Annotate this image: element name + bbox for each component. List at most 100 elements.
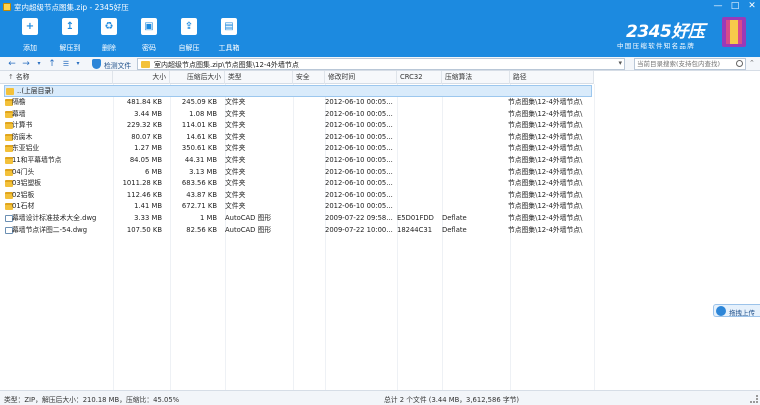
cell-type: AutoCAD 图形 bbox=[225, 214, 272, 222]
search-icon[interactable] bbox=[736, 60, 743, 67]
cell-packed: 44.31 MB bbox=[184, 156, 217, 164]
cell-path: 节点图集\12-4外墙节点\ bbox=[508, 167, 583, 176]
cell-crc bbox=[397, 190, 440, 201]
toolbox-button[interactable]: ▤ 工具箱 bbox=[209, 16, 249, 54]
cell-name: 计算书 bbox=[12, 121, 33, 130]
cell-method bbox=[442, 190, 508, 201]
close-button[interactable]: ✕ bbox=[744, 0, 760, 14]
minimize-button[interactable]: — bbox=[710, 0, 726, 14]
path-field[interactable]: 室内超级节点图集.zip\节点图集\12-4外墙节点 ▾ bbox=[137, 58, 625, 70]
cell-method bbox=[442, 167, 508, 178]
collapse-icon[interactable]: ⌃ bbox=[749, 59, 755, 67]
column-size[interactable]: 大小 bbox=[113, 71, 170, 84]
folder-icon bbox=[141, 61, 150, 68]
column-packed-size[interactable]: 压缩后大小 bbox=[170, 71, 225, 84]
cell-name: 东亚铝业 bbox=[12, 144, 40, 153]
table-row[interactable]: 隔檐 481.84 KB 245.09 KB 文件夹 2012-06-10 00:05.… bbox=[4, 97, 592, 109]
table-row[interactable]: 防腐木 80.07 KB 14.61 KB 文件夹 2012-06-10 00:05..… bbox=[4, 132, 592, 144]
delete-icon: ♻ bbox=[104, 21, 114, 32]
search-box[interactable] bbox=[634, 58, 746, 70]
cell-size: 107.50 KB bbox=[126, 225, 162, 234]
column-type[interactable]: 类型 bbox=[225, 71, 293, 84]
password-button[interactable]: ▣ 密码 bbox=[129, 16, 169, 54]
path-dropdown-icon[interactable]: ▾ bbox=[618, 59, 622, 67]
back-arrow-icon[interactable]: ← bbox=[6, 58, 18, 70]
cell-method bbox=[442, 143, 508, 154]
cell-type: 文件夹 bbox=[225, 144, 246, 153]
column-path[interactable]: 路径 bbox=[510, 71, 594, 84]
toolbox-label: 工具箱 bbox=[218, 44, 240, 52]
cell-type: 文件夹 bbox=[225, 121, 246, 130]
scan-file-label: 检测文件 bbox=[104, 62, 132, 70]
cell-path: 节点图集\12-4外墙节点\ bbox=[508, 225, 583, 234]
search-input[interactable] bbox=[637, 59, 733, 69]
column-modified[interactable]: 修改时间 bbox=[325, 71, 397, 84]
table-row[interactable]: 02铝板 112.46 KB 43.87 KB 文件夹 2012-06-10 00:05… bbox=[4, 190, 592, 202]
extract-to-label: 解压到 bbox=[59, 44, 81, 52]
table-row[interactable]: 计算书 229.32 KB 114.01 KB 文件夹 2012-06-10 00:05… bbox=[4, 120, 592, 132]
cell-modified: 2012-06-10 00:05... bbox=[325, 132, 393, 141]
status-bar: 类型：ZIP，解压后大小：210.18 MB，压缩比：45.05% 总计 2 个… bbox=[0, 390, 760, 405]
view-dropdown-icon[interactable]: ▾ bbox=[72, 58, 84, 70]
table-row[interactable]: 01石材 1.41 MB 672.71 KB 文件夹 2012-06-10 00:05.… bbox=[4, 201, 592, 213]
cell-path: 节点图集\12-4外墙节点\ bbox=[508, 179, 583, 188]
up-level-icon[interactable]: ↑ bbox=[46, 58, 58, 70]
add-label: 添加 bbox=[23, 44, 37, 52]
self-extract-button[interactable]: ⇪ 自解压 bbox=[169, 16, 209, 54]
table-row[interactable]: 幕墙设计标准技术大全.dwg 3.33 MB 1 MB AutoCAD 图形 2009-… bbox=[4, 213, 592, 225]
table-row[interactable]: 04门头 6 MB 3.13 MB 文件夹 2012-06-10 00:05... 节点图… bbox=[4, 167, 592, 179]
table-row[interactable]: 幕墙 3.44 MB 1.08 MB 文件夹 2012-06-10 00:05... 节点… bbox=[4, 109, 592, 121]
table-row[interactable]: 11和平幕墙节点 84.05 MB 44.31 MB 文件夹 2012-06-10 00… bbox=[4, 155, 592, 167]
scan-file-button[interactable]: 检测文件 bbox=[91, 58, 135, 70]
parent-directory-row[interactable]: ..(上层目录) bbox=[4, 85, 592, 97]
cell-type: 文件夹 bbox=[225, 109, 246, 118]
maximize-button[interactable]: □ bbox=[727, 0, 743, 14]
resize-grip-icon[interactable] bbox=[750, 395, 758, 403]
cell-modified: 2012-06-10 00:05... bbox=[325, 156, 393, 164]
cell-type: 文件夹 bbox=[225, 167, 246, 176]
cell-method bbox=[442, 155, 508, 166]
cell-size: 229.32 KB bbox=[126, 121, 162, 130]
column-crc32[interactable]: CRC32 bbox=[397, 71, 442, 84]
cell-modified: 2012-06-10 00:05... bbox=[325, 98, 393, 106]
cell-crc bbox=[397, 178, 440, 189]
extract-to-button[interactable]: ↥ 解压到 bbox=[50, 16, 90, 54]
cell-method bbox=[442, 178, 508, 189]
cell-modified: 2012-06-10 00:05... bbox=[325, 179, 393, 188]
cell-crc: 18244C31 bbox=[397, 225, 433, 234]
table-row[interactable]: 03铝塑板 1011.28 KB 683.56 KB 文件夹 2012-06-10 00… bbox=[4, 178, 592, 190]
cell-packed: 672.71 KB bbox=[181, 202, 217, 211]
cell-crc: E5D01FDD bbox=[397, 214, 434, 222]
cell-method bbox=[442, 109, 508, 120]
history-dropdown-icon[interactable]: ▾ bbox=[33, 58, 45, 70]
table-row[interactable]: 幕墙节点详图二-54.dwg 107.50 KB 82.56 KB AutoCAD 图… bbox=[4, 225, 592, 237]
cell-size: 3.44 MB bbox=[134, 109, 162, 118]
view-mode-icon[interactable]: ☰ bbox=[60, 58, 72, 70]
delete-button[interactable]: ♻ 删除 bbox=[89, 16, 129, 54]
drag-upload-button[interactable]: 拖拽上传 bbox=[713, 304, 760, 317]
forward-arrow-icon[interactable]: → bbox=[20, 58, 32, 70]
cell-path: 节点图集\12-4外墙节点\ bbox=[508, 98, 583, 106]
cell-packed: 82.56 KB bbox=[186, 225, 217, 234]
app-icon bbox=[3, 3, 11, 11]
cell-path: 节点图集\12-4外墙节点\ bbox=[508, 109, 583, 118]
shield-icon bbox=[92, 59, 101, 69]
cell-type: 文件夹 bbox=[225, 202, 246, 211]
drag-upload-label: 拖拽上传 bbox=[729, 309, 755, 317]
add-button[interactable]: + 添加 bbox=[10, 16, 50, 54]
column-method[interactable]: 压缩算法 bbox=[442, 71, 510, 84]
archive-box-icon bbox=[722, 17, 746, 47]
column-security[interactable]: 安全 bbox=[293, 71, 325, 84]
address-bar: ← → ▾ ↑ ☰ ▾ 检测文件 室内超级节点图集.zip\节点图集\12-4外… bbox=[0, 57, 760, 71]
cell-crc bbox=[397, 201, 440, 212]
cell-path: 节点图集\12-4外墙节点\ bbox=[508, 214, 583, 222]
cell-name: 隔檐 bbox=[12, 98, 26, 106]
cell-name: 幕墙 bbox=[12, 109, 26, 118]
brand-logo: 2345好压 bbox=[626, 22, 705, 42]
column-name[interactable]: ↑ 名称 bbox=[0, 71, 113, 84]
title-bar: 室内超级节点图集.zip - 2345好压 — □ ✕ bbox=[0, 0, 760, 14]
cell-size: 481.84 KB bbox=[126, 98, 162, 106]
cell-path: 节点图集\12-4外墙节点\ bbox=[508, 121, 583, 130]
cell-modified: 2012-06-10 00:05... bbox=[325, 121, 393, 130]
table-row[interactable]: 东亚铝业 1.27 MB 350.61 KB 文件夹 2012-06-10 00:05.… bbox=[4, 143, 592, 155]
